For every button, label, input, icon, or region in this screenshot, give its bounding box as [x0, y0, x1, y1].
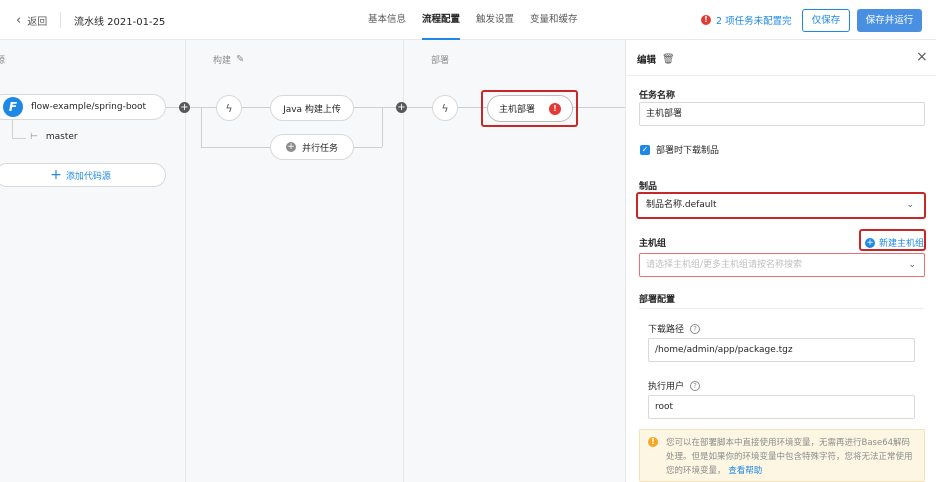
artifact-select[interactable]: 制品名称.default ⌄	[639, 195, 923, 216]
connector-line	[354, 107, 432, 108]
plus-circle-icon: +	[285, 142, 296, 152]
tab-trigger-settings[interactable]: 触发设置	[476, 0, 514, 40]
edit-panel: 编辑 🗑 × 任务名称 主机部署 ✓ 部署时下载制品 制品 制品名称.defau…	[625, 40, 936, 482]
add-source-label: 添加代码源	[65, 171, 111, 182]
source-repo-name: flow-example/spring-boot	[31, 102, 147, 112]
connector-line	[201, 107, 202, 147]
close-icon[interactable]: ×	[916, 49, 928, 65]
java-build-task-node[interactable]: Java 构建上传	[270, 95, 354, 121]
parallel-task-label: 并行任务	[301, 143, 338, 154]
exec-user-text: 执行用户	[648, 382, 685, 392]
pencil-icon[interactable]: ✎	[236, 54, 244, 65]
add-stage-icon[interactable]: +	[179, 102, 190, 113]
help-icon[interactable]: ?	[690, 323, 701, 334]
exec-user-input[interactable]: root	[648, 395, 915, 419]
help-icon[interactable]: ?	[690, 380, 701, 391]
new-host-group-button[interactable]: + 新建主机组	[865, 236, 924, 249]
branch-name: master	[45, 132, 78, 142]
exec-user-label: 执行用户 ?	[648, 379, 701, 392]
stage-source-text: 源	[0, 56, 6, 66]
branch-icon: ⊢	[30, 132, 38, 142]
download-path-input[interactable]: /home/admin/app/package.tgz	[648, 338, 915, 362]
download-path-label: 下载路径 ?	[648, 322, 701, 335]
tab-basic-info[interactable]: 基本信息	[368, 0, 406, 40]
top-bar: ‹ 返回 流水线 2021-01-25 基本信息 流程配置 触发设置 变量和缓存…	[0, 0, 936, 40]
pipeline-title: 流水线 2021-01-25	[74, 17, 166, 28]
warning-icon: !	[648, 437, 658, 447]
plus-icon: +	[50, 167, 62, 183]
env-variable-notice: ! 您可以在部署脚本中直接使用环境变量，无需再进行Base64解码处理。但是如果…	[639, 429, 925, 482]
plus-circle-icon: +	[865, 237, 875, 248]
repo-logo-icon: F	[3, 97, 23, 117]
panel-header: 编辑 🗑 ×	[626, 40, 936, 76]
connector-line	[201, 147, 270, 148]
save-button[interactable]: 仅保存	[802, 9, 850, 32]
host-group-label: 主机组	[639, 239, 667, 249]
stage-build-label: 构建 ✎	[213, 53, 244, 66]
chevron-left-icon: ‹	[16, 12, 22, 28]
divider	[60, 12, 61, 28]
chevron-down-icon: ⌄	[906, 200, 914, 210]
stage-source-label: 源	[0, 53, 5, 66]
download-artifact-label: 部署时下载制品	[656, 146, 720, 156]
connector-line	[382, 107, 383, 147]
connector-line	[166, 107, 216, 108]
artifact-value: 制品名称.default	[646, 200, 717, 210]
artifact-label: 制品	[639, 182, 658, 192]
host-deploy-task-label: 主机部署	[498, 105, 535, 115]
stage-deploy-label: 部署	[431, 53, 449, 66]
download-path-text: 下载路径	[648, 325, 685, 335]
error-icon: !	[549, 102, 561, 115]
tab-variables-cache[interactable]: 变量和缓存	[530, 0, 578, 40]
new-host-group-label: 新建主机组	[879, 239, 925, 249]
host-group-select[interactable]: 请选择主机组/更多主机组请按名称搜索 ⌄	[639, 253, 925, 277]
error-icon: !	[701, 15, 711, 25]
host-deploy-task-node[interactable]: 主机部署 !	[487, 95, 573, 122]
add-stage-icon[interactable]: +	[396, 102, 407, 113]
lightning-icon[interactable]: ϟ	[216, 95, 242, 121]
task-name-label: 任务名称	[639, 91, 676, 101]
panel-title: 编辑 🗑	[637, 52, 675, 67]
stage-deploy-text: 部署	[431, 56, 450, 66]
lightning-icon[interactable]: ϟ	[432, 95, 458, 121]
add-parallel-task-button[interactable]: + 并行任务	[270, 134, 354, 160]
source-repo-node[interactable]: F flow-example/spring-boot	[0, 94, 166, 120]
save-and-run-button[interactable]: 保存并运行	[857, 9, 922, 32]
stage-build-text: 构建	[213, 56, 232, 66]
tab-flow-config[interactable]: 流程配置	[422, 0, 461, 40]
connector-line	[12, 120, 13, 138]
connector-line	[12, 138, 26, 139]
unconfigured-tasks-text: 2 项任务未配置完	[716, 16, 792, 27]
download-artifact-checkbox[interactable]: ✓	[640, 145, 650, 155]
connector-line	[242, 107, 270, 108]
host-group-placeholder: 请选择主机组/更多主机组请按名称搜索	[646, 260, 803, 270]
source-branch: ⊢ master	[30, 132, 78, 142]
trash-icon[interactable]: 🗑	[662, 54, 675, 65]
connector-line	[354, 147, 382, 148]
unconfigured-tasks-link[interactable]: ! 2 项任务未配置完	[701, 13, 792, 27]
help-link[interactable]: 查看帮助	[728, 466, 762, 476]
task-name-input[interactable]: 主机部署	[639, 102, 925, 126]
notice-text: 您可以在部署脚本中直接使用环境变量，无需再进行Base64解码处理。但是如果你的…	[666, 438, 913, 476]
connector-line	[573, 107, 625, 108]
panel-title-text: 编辑	[637, 55, 657, 66]
add-source-button[interactable]: + 添加代码源	[0, 163, 166, 187]
back-label: 返回	[27, 17, 48, 28]
divider	[639, 308, 924, 309]
back-button[interactable]: ‹ 返回	[16, 12, 48, 29]
tab-bar: 基本信息 流程配置 触发设置 变量和缓存	[368, 0, 578, 40]
pipeline-canvas: 源 构建 ✎ 部署 F flow-example/spring-boot ⊢ m…	[0, 40, 625, 482]
deploy-config-label: 部署配置	[639, 295, 676, 305]
chevron-down-icon: ⌄	[908, 260, 916, 270]
